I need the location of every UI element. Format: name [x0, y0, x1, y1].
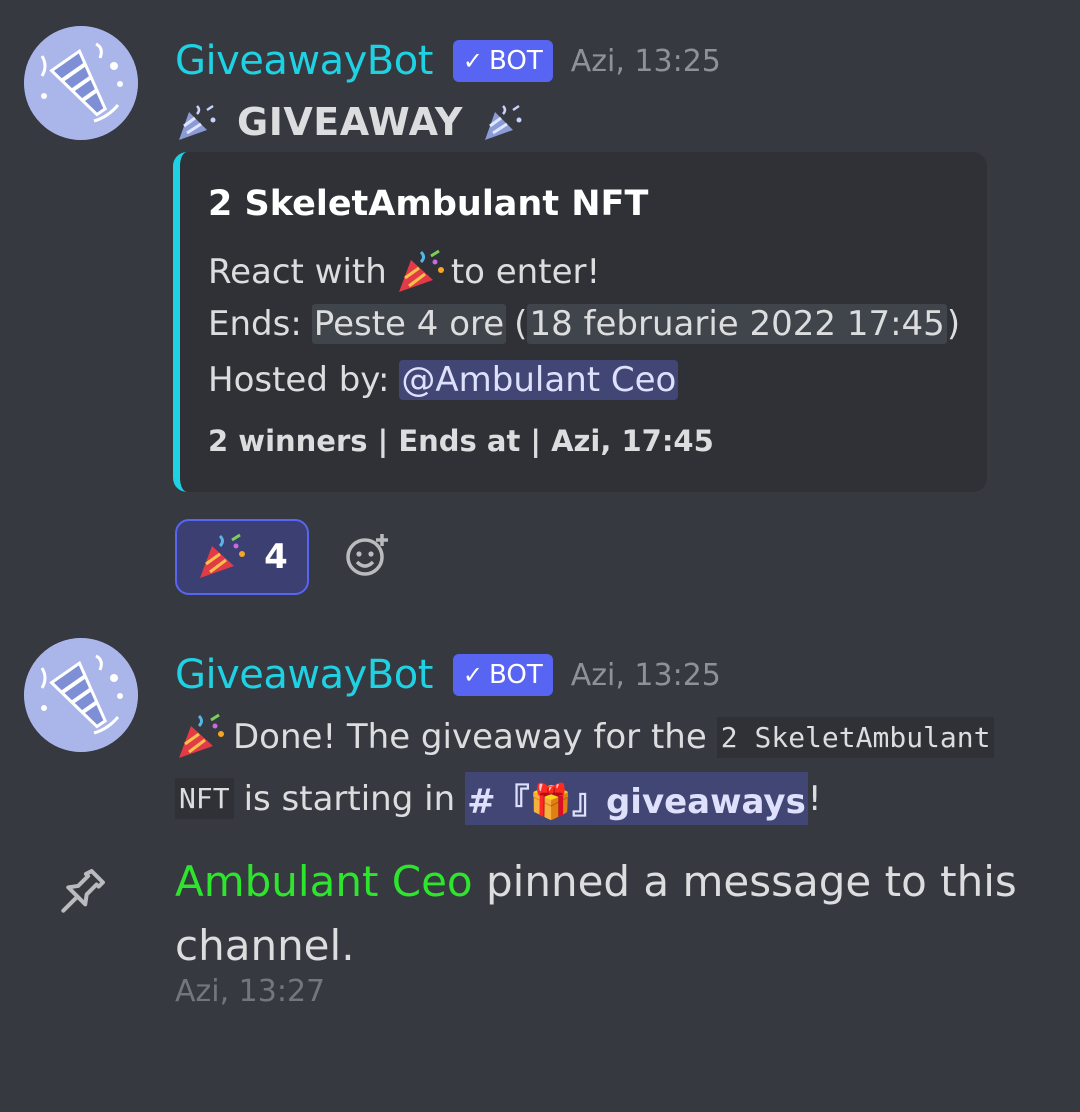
- message-text-part1: Done! The giveaway for the: [233, 717, 707, 757]
- pin-text: Ambulant Ceo pinned a message to this ch…: [175, 850, 1035, 978]
- bot-tag-label: BOT: [489, 660, 543, 690]
- message-line-1: Done! The giveaway for the 2 SkeletAmbul…: [175, 712, 995, 762]
- tada-icon: [179, 713, 224, 758]
- bot-tag-label: BOT: [489, 46, 543, 76]
- tada-icon: [179, 104, 216, 140]
- host-mention[interactable]: @Ambulant Ceo: [399, 360, 679, 400]
- timestamp: Azi, 13:25: [570, 43, 721, 79]
- verified-check-icon: ✓: [462, 47, 484, 75]
- channel-mention[interactable]: #『🎁』giveaways: [465, 772, 808, 825]
- tada-icon: [398, 249, 444, 292]
- embed-ends-line: Ends: Peste 4 ore ( 18 februarie 2022 17…: [208, 304, 960, 344]
- hosted-label: Hosted by:: [208, 360, 390, 400]
- verified-check-icon: ✓: [462, 661, 484, 689]
- giveaway-heading: GIVEAWAY: [175, 100, 525, 144]
- embed-host-line: Hosted by: @Ambulant Ceo: [208, 360, 679, 400]
- tada-icon: [484, 104, 522, 140]
- reaction-count: 4: [264, 537, 288, 577]
- tada-reaction[interactable]: 4: [175, 519, 309, 595]
- embed-react-line: React with to enter!: [208, 248, 600, 296]
- tada-icon: [200, 533, 246, 578]
- ends-paren-close: ): [946, 304, 961, 344]
- inline-code: NFT: [175, 778, 234, 819]
- bot-tag: ✓ BOT: [452, 654, 553, 696]
- message-line-2: NFT is starting in #『🎁』giveaways !: [175, 772, 821, 825]
- avatar[interactable]: [24, 638, 138, 752]
- username[interactable]: GiveawayBot: [175, 38, 433, 84]
- add-reaction-icon[interactable]: [344, 532, 390, 578]
- message-text-part2: is starting in: [243, 778, 456, 819]
- pin-timestamp: Azi, 13:27: [175, 974, 326, 1009]
- message-header: GiveawayBot ✓ BOT Azi, 13:25: [175, 652, 721, 698]
- inline-code: 2 SkeletAmbulant: [716, 716, 995, 758]
- timestamp: Azi, 13:25: [570, 657, 721, 693]
- embed-title: 2 SkeletAmbulant NFT: [208, 184, 649, 224]
- username[interactable]: GiveawayBot: [175, 652, 433, 698]
- bot-tag: ✓ BOT: [452, 40, 553, 82]
- message-header: GiveawayBot ✓ BOT Azi, 13:25: [175, 38, 721, 84]
- pin-action-line1: pinned a message to this: [486, 857, 1017, 906]
- pin-action-line2: channel.: [175, 921, 355, 970]
- ends-absolute: 18 februarie 2022 17:45: [527, 304, 947, 344]
- giveaway-embed: 2 SkeletAmbulant NFT React with to enter…: [173, 152, 987, 492]
- pin-user[interactable]: Ambulant Ceo: [175, 857, 473, 906]
- ends-label: Ends:: [208, 304, 302, 344]
- react-suffix: to enter!: [450, 252, 601, 292]
- pin-icon: [61, 869, 105, 913]
- react-prefix: React with: [208, 252, 387, 292]
- giveaway-title: GIVEAWAY: [237, 100, 463, 144]
- embed-footer: 2 winners | Ends at | Azi, 17:45: [208, 424, 714, 458]
- ends-relative: Peste 4 ore: [311, 304, 507, 344]
- message-text-part3: !: [807, 778, 822, 819]
- party-popper-avatar-icon: [24, 26, 138, 140]
- party-popper-avatar-icon: [24, 638, 138, 752]
- avatar[interactable]: [24, 26, 138, 140]
- ends-paren-open: (: [514, 304, 528, 344]
